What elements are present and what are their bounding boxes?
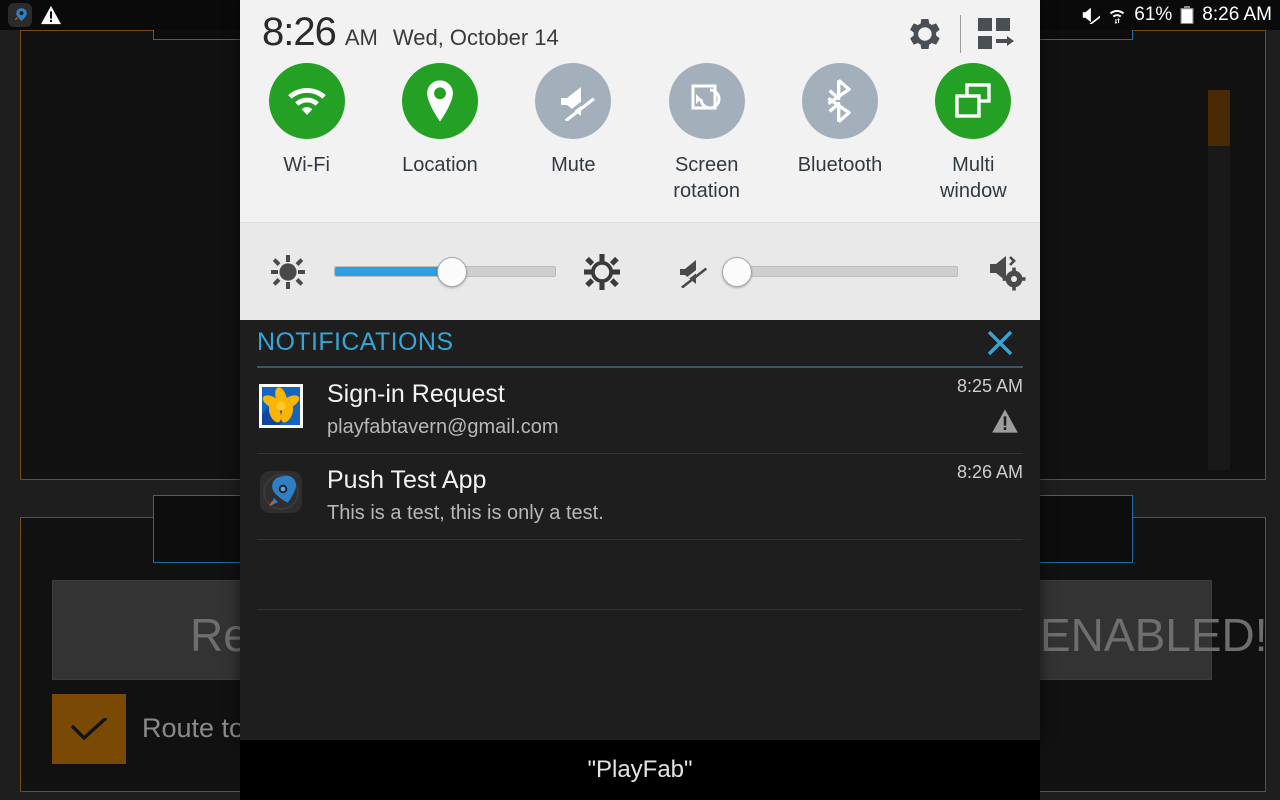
toast-message: "PlayFab" — [587, 756, 693, 783]
notification-shade: 8:26 AM Wed, October 14 Wi-Fi Location M… — [240, 0, 1040, 740]
brightness-low-icon[interactable] — [266, 254, 310, 289]
gear-icon — [910, 18, 940, 50]
slider-row — [240, 222, 1040, 320]
warning-triangle-icon — [991, 408, 1019, 439]
toggle-multi-window-label: Multi window — [939, 154, 1007, 202]
notification-title: Sign-in Request — [327, 380, 505, 408]
notification-text: This is a test, this is only a test. — [327, 501, 604, 524]
header-actions — [903, 12, 1018, 56]
toggle-mute-label: Mute — [551, 154, 596, 176]
bg-route-checkbox-label: Route to — [142, 713, 245, 743]
notification-time: 8:25 AM — [956, 376, 1023, 396]
brightness-slider-track[interactable] — [334, 256, 556, 287]
bluetooth-icon — [827, 79, 851, 123]
notification-time: 8:26 AM — [956, 461, 1023, 482]
battery-icon — [1180, 6, 1194, 24]
notification-body: Sign-in Request playfabtavern@gmail.com — [327, 380, 1023, 439]
warning-triangle-icon — [41, 5, 61, 25]
toast: "PlayFab" — [240, 740, 1040, 800]
volume-slider-thumb[interactable] — [722, 256, 752, 287]
volume-slider-group — [668, 253, 1030, 291]
battery-percent-label: 61% — [1134, 4, 1173, 25]
mute-icon — [561, 87, 596, 121]
toggle-location[interactable]: Location — [373, 63, 506, 179]
bg-route-checkbox[interactable] — [52, 694, 126, 764]
toggle-mute[interactable]: Mute — [507, 63, 640, 179]
status-bar-time: 8:26 AM — [1202, 4, 1272, 25]
brightness-slider-thumb[interactable] — [436, 256, 467, 287]
notifications-empty-space — [257, 540, 1023, 610]
clock-row[interactable]: 8:26 AM Wed, October 14 — [262, 10, 559, 55]
quick-settings-grid-icon — [978, 18, 1014, 49]
bg-scrollbar-track[interactable] — [1208, 90, 1230, 470]
wifi-icon — [287, 88, 326, 115]
android-screen: Reg ENABLED! Route to 61% 8:26 AM 8:26 A… — [0, 0, 1280, 800]
wifi-data-icon — [1110, 10, 1125, 24]
notification-item-sign-in-request[interactable]: Sign-in Request playfabtavern@gmail.com … — [257, 368, 1023, 454]
toggle-bluetooth-circle — [801, 63, 878, 139]
quick-toggles: Wi-Fi Location Mute Screen rotation Blue… — [240, 63, 1040, 204]
shade-header: 8:26 AM Wed, October 14 Wi-Fi Location M… — [240, 0, 1040, 222]
close-x-icon — [987, 330, 1013, 356]
clock-time: 8:26 — [262, 10, 337, 54]
clear-all-notifications-button[interactable] — [979, 322, 1021, 364]
edit-quick-settings-button[interactable] — [974, 12, 1018, 56]
notification-text: playfabtavern@gmail.com — [327, 415, 559, 438]
notifications-header: NOTIFICATIONS — [257, 320, 1023, 368]
toggle-screen-rotation[interactable]: Screen rotation — [640, 63, 773, 204]
bg-scrollbar-thumb[interactable] — [1208, 90, 1230, 146]
location-pin-icon — [427, 80, 453, 122]
settings-button[interactable] — [903, 12, 947, 56]
toggle-wifi[interactable]: Wi-Fi — [240, 63, 373, 179]
bg-enabled-heading: ENABLED! — [1040, 609, 1268, 661]
toggle-screen-rotation-circle — [668, 63, 745, 139]
status-bar-right: 61% 8:26 AM — [1080, 0, 1272, 30]
toggle-multi-window-circle — [935, 63, 1012, 139]
push-test-app-rocket-icon — [257, 468, 305, 516]
toggle-location-circle — [401, 63, 478, 139]
notifications-title: NOTIFICATIONS — [257, 328, 454, 356]
toggle-mute-circle — [535, 63, 612, 139]
notifications-area: NOTIFICATIONS Sign-in Request playfabtav… — [240, 320, 1040, 740]
volume-slider-track[interactable] — [722, 256, 958, 287]
notification-item-push-test-app[interactable]: Push Test App This is a test, this is on… — [257, 454, 1023, 540]
mute-icon — [1083, 7, 1101, 24]
volume-mute-icon[interactable] — [668, 256, 712, 288]
toggle-location-label: Location — [402, 154, 478, 176]
brightness-high-icon[interactable] — [580, 253, 624, 290]
toggle-bluetooth[interactable]: Bluetooth — [773, 63, 906, 179]
brightness-slider-fill — [335, 267, 452, 276]
push-test-app-rocket-icon — [8, 3, 32, 27]
toggle-wifi-label: Wi-Fi — [283, 154, 330, 176]
volume-settings-icon[interactable] — [982, 253, 1030, 291]
multi-window-icon — [955, 83, 991, 118]
checkmark-icon — [71, 718, 107, 740]
clock-date: Wed, October 14 — [392, 25, 559, 50]
toggle-screen-rotation-label: Screen rotation — [673, 154, 740, 202]
screen-rotation-icon — [691, 84, 721, 110]
brightness-slider-group — [266, 253, 624, 290]
toggle-wifi-circle — [268, 63, 345, 139]
notification-title: Push Test App — [327, 465, 487, 494]
header-divider — [960, 15, 961, 53]
gallery-flower-icon — [257, 382, 305, 430]
notification-body: Push Test App This is a test, this is on… — [327, 466, 1023, 525]
toggle-multi-window[interactable]: Multi window — [907, 63, 1040, 204]
clock-ampm: AM — [344, 25, 378, 50]
status-bar-left-icons — [8, 0, 62, 30]
toggle-bluetooth-label: Bluetooth — [797, 154, 883, 176]
